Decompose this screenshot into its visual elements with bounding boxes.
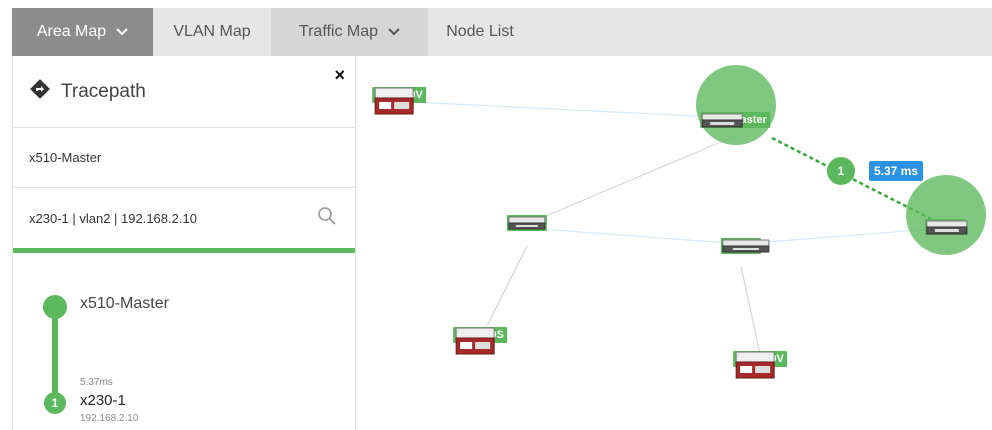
panel-header: Tracepath × <box>13 56 355 128</box>
area-map-canvas[interactable]: AR2010V x510-Master x230-3 x230-2 <box>357 56 992 430</box>
link-x510-x2303 <box>526 135 736 225</box>
node-x230-1[interactable]: x230-1 <box>924 219 968 235</box>
panel-title: Tracepath <box>61 80 146 102</box>
switch-icon <box>926 220 968 235</box>
node-ar4050s[interactable]: AR4050S <box>453 327 507 355</box>
route-start-dot <box>43 295 67 319</box>
destination-highlight <box>906 175 986 255</box>
latency-badge: 5.37 ms <box>869 161 924 181</box>
link-x2303-ar4050s <box>481 245 528 337</box>
tab-label: Traffic Map <box>298 23 379 40</box>
router-icon <box>455 327 495 355</box>
tracepath-panel: Tracepath × x510-Master x230-1 | vlan2 |… <box>12 56 356 430</box>
router-icon <box>735 351 775 379</box>
route-line <box>52 311 58 401</box>
node-ar2050v[interactable]: AR2050V <box>733 351 787 379</box>
close-icon[interactable]: × <box>334 66 345 84</box>
router-icon <box>374 87 414 115</box>
source-highlight <box>696 65 776 145</box>
tab-traffic-map[interactable]: Traffic Map <box>271 8 428 56</box>
source-value: x510-Master <box>29 150 102 165</box>
link-x2303-x2302 <box>526 227 742 245</box>
hop-number-badge: 1 <box>44 392 66 414</box>
search-icon[interactable] <box>317 206 337 229</box>
chevron-down-icon <box>116 23 128 41</box>
destination-field[interactable]: x230-1 | vlan2 | 192.168.2.10 <box>13 188 355 248</box>
direction-diamond-icon <box>29 78 51 105</box>
tab-node-list[interactable]: Node List <box>428 8 532 56</box>
trace-hop-badge[interactable]: 1 <box>827 157 855 185</box>
node-ar2010v[interactable]: AR2010V <box>372 87 426 115</box>
source-field[interactable]: x510-Master <box>13 128 355 188</box>
tab-area-map[interactable]: Area Map <box>12 8 153 56</box>
top-nav: Area Map VLAN Map Traffic Map Node List <box>12 8 992 56</box>
node-x510-master[interactable]: x510-Master <box>700 112 770 128</box>
chevron-down-icon <box>388 23 400 41</box>
hop-ip: 192.168.2.10 <box>80 413 139 424</box>
link-x2302-ar2050v <box>740 265 761 355</box>
tab-vlan-map[interactable]: VLAN Map <box>153 8 271 56</box>
switch-icon <box>701 113 743 128</box>
route-start-name: x510-Master <box>80 295 169 312</box>
node-x230-2[interactable]: x230-2 <box>720 238 770 254</box>
switch-icon <box>722 239 770 253</box>
destination-value: x230-1 | vlan2 | 192.168.2.10 <box>29 210 197 226</box>
node-x230-3[interactable]: x230-3 <box>506 215 548 231</box>
hop-latency: 5.37ms <box>80 377 113 388</box>
map-links <box>411 101 946 355</box>
route-list: x510-Master 5.37ms 1 x230-1 192.168.2.10 <box>13 253 355 424</box>
tab-label: Area Map <box>36 23 107 40</box>
link-ar2010v-x510 <box>411 101 736 119</box>
tab-label: Node List <box>446 23 514 40</box>
switch-icon <box>508 216 546 230</box>
tab-label: VLAN Map <box>173 23 251 40</box>
hop-name[interactable]: x230-1 <box>80 392 126 409</box>
